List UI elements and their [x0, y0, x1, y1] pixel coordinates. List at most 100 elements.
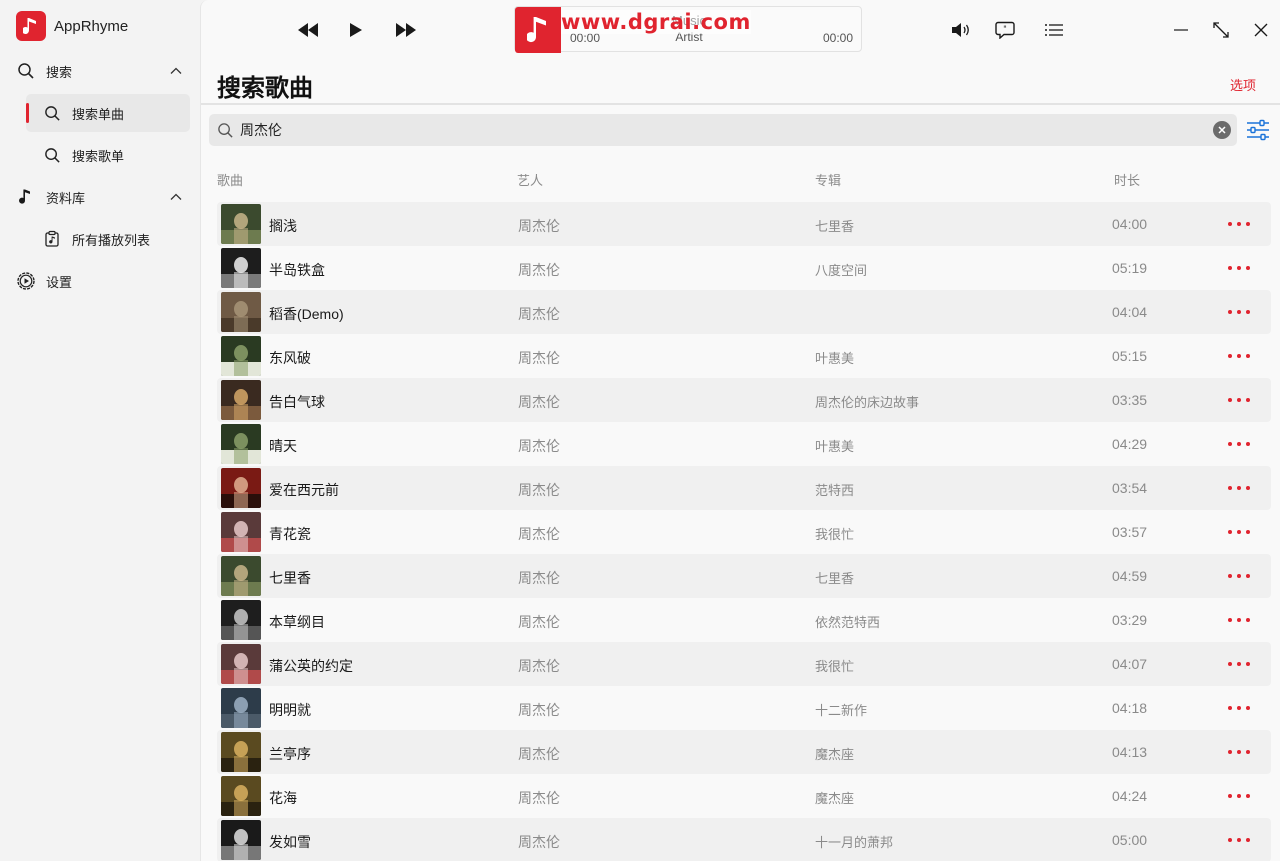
song-album[interactable]: 我很忙	[815, 524, 854, 543]
song-album[interactable]: 我很忙	[815, 656, 854, 675]
song-album[interactable]: 范特西	[815, 480, 854, 499]
song-duration: 04:07	[1112, 656, 1148, 672]
song-album[interactable]: 七里香	[815, 568, 854, 587]
song-album[interactable]: 魔杰座	[815, 788, 854, 807]
table-row[interactable]: 花海 周杰伦 魔杰座 04:24	[217, 774, 1271, 818]
playlist-icon	[42, 229, 62, 249]
search-icon	[42, 145, 62, 165]
lyrics-icon: "	[995, 21, 1015, 39]
app-logo	[16, 11, 46, 41]
song-album[interactable]: 叶惠美	[815, 436, 854, 455]
song-artist[interactable]: 周杰伦	[518, 656, 560, 676]
song-title: 东风破	[269, 350, 311, 366]
song-album[interactable]: 八度空间	[815, 260, 867, 279]
song-artist[interactable]: 周杰伦	[518, 480, 560, 500]
more-options-icon[interactable]	[1228, 478, 1250, 498]
table-row[interactable]: 本草纲目 周杰伦 依然范特西 03:29	[217, 598, 1271, 642]
song-artist[interactable]: 周杰伦	[518, 304, 560, 324]
column-header-duration[interactable]: 时长	[1114, 170, 1140, 189]
more-options-icon[interactable]	[1228, 214, 1250, 234]
album-cover	[221, 776, 261, 816]
song-artist[interactable]: 周杰伦	[518, 260, 560, 280]
song-album[interactable]: 叶惠美	[815, 348, 854, 367]
table-row[interactable]: 爱在西元前 周杰伦 范特西 03:54	[217, 466, 1271, 510]
previous-button[interactable]	[297, 20, 319, 40]
song-album[interactable]: 依然范特西	[815, 612, 880, 631]
chevron-up-icon[interactable]	[168, 63, 184, 79]
filter-button[interactable]	[1246, 119, 1270, 146]
more-options-icon[interactable]	[1228, 830, 1250, 850]
search-input[interactable]	[240, 114, 1200, 146]
more-options-icon[interactable]	[1228, 434, 1250, 454]
more-options-icon[interactable]	[1228, 610, 1250, 630]
table-row[interactable]: 东风破 周杰伦 叶惠美 05:15	[217, 334, 1271, 378]
sidebar-item-settings[interactable]: 设置	[0, 262, 200, 300]
album-cover	[221, 512, 261, 552]
more-options-icon[interactable]	[1228, 302, 1250, 322]
more-options-icon[interactable]	[1228, 742, 1250, 762]
song-album[interactable]: 十一月的萧邦	[815, 832, 893, 851]
song-artist[interactable]: 周杰伦	[518, 788, 560, 808]
close-button[interactable]	[1251, 20, 1271, 40]
sidebar-item-search-playlists[interactable]: 搜索歌单	[26, 136, 190, 174]
song-artist[interactable]: 周杰伦	[518, 436, 560, 456]
song-artist[interactable]: 周杰伦	[518, 524, 560, 544]
sidebar-item-all-playlists[interactable]: 所有播放列表	[26, 220, 190, 258]
clear-icon	[1218, 126, 1226, 134]
clear-search-button[interactable]	[1213, 121, 1231, 139]
table-row[interactable]: 告白气球 周杰伦 周杰伦的床边故事 03:35	[217, 378, 1271, 422]
song-album[interactable]: 七里香	[815, 216, 854, 235]
table-row[interactable]: 七里香 周杰伦 七里香 04:59	[217, 554, 1271, 598]
table-row[interactable]: 青花瓷 周杰伦 我很忙 03:57	[217, 510, 1271, 554]
song-album[interactable]: 十二新作	[815, 700, 867, 719]
table-row[interactable]: 半岛铁盒 周杰伦 八度空间 05:19	[217, 246, 1271, 290]
table-row[interactable]: 发如雪 周杰伦 十一月的萧邦 05:00	[217, 818, 1271, 861]
table-row[interactable]: 蒲公英的约定 周杰伦 我很忙 04:07	[217, 642, 1271, 686]
table-row[interactable]: 稻香(Demo) 周杰伦 04:04	[217, 290, 1271, 334]
more-options-icon[interactable]	[1228, 786, 1250, 806]
play-button[interactable]	[348, 20, 364, 40]
sidebar-item-library[interactable]: 资料库	[0, 178, 200, 216]
table-row[interactable]: 明明就 周杰伦 十二新作 04:18	[217, 686, 1271, 730]
table-row[interactable]: 搁浅 周杰伦 七里香 04:00	[217, 202, 1271, 246]
song-artist[interactable]: 周杰伦	[518, 700, 560, 720]
minimize-button[interactable]	[1171, 20, 1191, 40]
more-options-icon[interactable]	[1228, 654, 1250, 674]
song-artist[interactable]: 周杰伦	[518, 568, 560, 588]
table-row[interactable]: 晴天 周杰伦 叶惠美 04:29	[217, 422, 1271, 466]
song-duration: 03:29	[1112, 612, 1148, 628]
previous-icon	[298, 23, 318, 37]
more-options-icon[interactable]	[1228, 390, 1250, 410]
column-header-artist[interactable]: 艺人	[517, 170, 543, 189]
song-title: 告白气球	[269, 394, 325, 410]
sidebar-item-search[interactable]: 搜索	[0, 52, 200, 90]
song-artist[interactable]: 周杰伦	[518, 612, 560, 632]
album-cover	[221, 204, 261, 244]
song-title: 本草纲目	[269, 614, 325, 630]
sidebar-item-label: 搜索歌单	[72, 148, 125, 164]
song-artist[interactable]: 周杰伦	[518, 348, 560, 368]
more-options-icon[interactable]	[1228, 258, 1250, 278]
chevron-up-icon[interactable]	[168, 189, 184, 205]
song-artist[interactable]: 周杰伦	[518, 392, 560, 412]
now-playing[interactable]: Music Artist 00:00 00:00 www.dgrai.com	[514, 6, 862, 53]
song-artist[interactable]: 周杰伦	[518, 832, 560, 852]
song-album[interactable]: 周杰伦的床边故事	[815, 392, 919, 411]
more-options-icon[interactable]	[1228, 346, 1250, 366]
song-artist[interactable]: 周杰伦	[518, 744, 560, 764]
volume-button[interactable]	[950, 20, 974, 40]
sidebar-item-search-songs[interactable]: 搜索单曲	[26, 94, 190, 132]
next-button[interactable]	[395, 20, 417, 40]
column-header-album[interactable]: 专辑	[815, 170, 841, 189]
song-artist[interactable]: 周杰伦	[518, 216, 560, 236]
maximize-button[interactable]	[1211, 20, 1231, 40]
more-options-icon[interactable]	[1228, 522, 1250, 542]
options-button[interactable]: 选项	[1230, 75, 1256, 94]
lyrics-button[interactable]: "	[994, 20, 1016, 40]
song-album[interactable]: 魔杰座	[815, 744, 854, 763]
table-row[interactable]: 兰亭序 周杰伦 魔杰座 04:13	[217, 730, 1271, 774]
more-options-icon[interactable]	[1228, 698, 1250, 718]
column-header-title[interactable]: 歌曲	[217, 170, 243, 189]
queue-button[interactable]	[1043, 20, 1065, 40]
more-options-icon[interactable]	[1228, 566, 1250, 586]
